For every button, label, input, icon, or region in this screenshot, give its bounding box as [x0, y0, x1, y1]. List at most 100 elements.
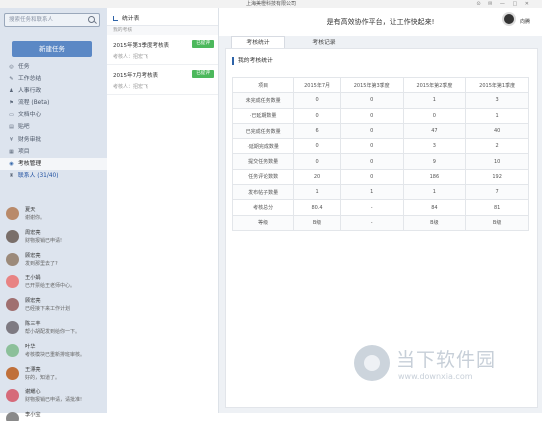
avatar — [6, 229, 19, 243]
contact-item[interactable]: 王漂亮 好的，知道了。 — [0, 363, 107, 386]
table-cell: B级 — [465, 214, 529, 231]
table-cell: B级 — [402, 214, 467, 231]
contacts-icon: ♜ — [9, 172, 14, 179]
row-label: 发布帖子数量 — [231, 184, 295, 201]
row-label: ·已延期数量 — [231, 107, 295, 124]
table-cell: 186 — [402, 168, 467, 186]
contact-item[interactable]: 叶华 考核模块已重新排班审核。 — [0, 340, 107, 363]
contact-name: 夏天 — [25, 207, 36, 213]
avatar — [6, 343, 19, 357]
sidebar-item-label: 任务 — [18, 64, 30, 70]
column-header: 2015年第1季度 — [465, 76, 529, 94]
contact-item[interactable]: 顾宏亮 发到那里去了? — [0, 249, 107, 272]
my-assessment-label: 我的考核 — [107, 26, 218, 35]
window-titlebar: 上海美橙科技有限公司 ⊙ ✉ — □ ✕ — [0, 0, 542, 8]
sidebar-item-1[interactable]: ✎ 工作总结 — [0, 73, 107, 85]
table-cell: 47 — [402, 122, 467, 140]
row-label: 等级 — [231, 214, 295, 231]
window-controls[interactable]: ⊙ ✉ — □ ✕ — [476, 0, 532, 8]
avatar — [6, 252, 19, 266]
search-placeholder: 搜索任务和联系人 — [9, 17, 54, 23]
search-icon[interactable] — [88, 16, 95, 23]
table-cell: 0 — [402, 107, 467, 124]
watermark-text: 当下软件园 — [396, 349, 497, 371]
user-icon: ♟ — [9, 88, 14, 95]
contact-item[interactable]: 夏天 谢谢你。 — [0, 203, 107, 226]
sidebar-item-7[interactable]: ▦ 项目 — [0, 146, 107, 158]
table-row: 已完成任务数量 6 0 47 40 — [231, 122, 529, 140]
assessment-table: 项目 2015年7月 2015年第3季度 2015年第2季度 2015年第1季度 未完成任… — [231, 76, 529, 231]
table-cell: 3 — [465, 92, 529, 109]
top-bar: 是有高效协作平台，让工作快起来! 向腾 — [219, 8, 542, 36]
user-avatar[interactable] — [502, 12, 516, 26]
table-row: 未完成任务数量 0 0 1 3 — [231, 92, 529, 109]
table-cell: 6 — [293, 122, 341, 140]
status-badge: 已提评 — [192, 40, 214, 48]
contact-item[interactable]: 周宏亮 财物报销已申请! — [0, 226, 107, 249]
avatar — [6, 207, 19, 220]
assessment-title: 2015年第3季度考核表 — [113, 43, 169, 49]
contact-last-message: 财物报销已申请，请批准! — [25, 397, 83, 404]
contact-name: 李小宝 — [25, 412, 41, 419]
contact-last-message: 好的，知道了。 — [25, 374, 61, 381]
contact-item[interactable]: 顾宏亮 已经接下来工作计划 — [0, 294, 107, 317]
table-cell: 0 — [293, 92, 341, 109]
table-cell: 0 — [293, 153, 341, 170]
watermark-logo-icon — [354, 345, 390, 381]
table-cell: 0 — [293, 138, 341, 155]
contact-name: 陈三丰 — [25, 320, 41, 327]
sidebar-item-9[interactable]: ♜ 联系人 (31/40) — [0, 170, 107, 182]
stats-header[interactable]: 统计表 — [107, 8, 218, 26]
contact-last-message: 已开票给王老师中心。 — [25, 283, 76, 290]
table-cell: 1 — [339, 184, 404, 201]
window-title: 上海美橙科技有限公司 — [245, 1, 296, 7]
table-cell: 0 — [339, 107, 404, 124]
watermark-url: www.downxia.com — [398, 372, 473, 381]
contact-name: 谢耀心 — [25, 389, 41, 396]
edit-icon: ✎ — [9, 76, 14, 83]
contact-item[interactable]: 李小宝 — [0, 408, 107, 421]
row-label: ·延期完成数量 — [231, 138, 295, 155]
contact-name: 王漂亮 — [25, 366, 41, 373]
sidebar-item-8[interactable]: ◉ 考核管理 — [0, 157, 107, 170]
search-input[interactable]: 搜索任务和联系人 — [4, 13, 100, 27]
table-row: ·延期完成数量 0 0 3 2 — [231, 138, 529, 155]
table-cell: 40 — [465, 122, 529, 140]
sidebar-item-4[interactable]: ▭ 文档中心 — [0, 109, 107, 121]
avatar — [6, 366, 19, 380]
avatar — [6, 389, 19, 403]
sidebar-item-6[interactable]: ¥ 财务审批 — [0, 134, 107, 146]
row-label: 已完成任务数量 — [231, 122, 295, 140]
table-row: 发布帖子数量 1 1 1 7 — [231, 184, 529, 201]
folder-icon: ▭ — [9, 112, 14, 119]
flag-icon: ⚑ — [9, 100, 14, 107]
sidebar-item-2[interactable]: ♟ 人事行政 — [0, 85, 107, 97]
contact-last-message: 帮小胡配发到给你一下。 — [25, 328, 81, 335]
sidebar-item-0[interactable]: ◎ 任务 — [0, 61, 107, 73]
section-title: 我的考核统计 — [232, 57, 273, 65]
user-name[interactable]: 向腾 — [520, 18, 530, 25]
new-task-button[interactable]: 新建任务 — [12, 41, 92, 57]
assessment-title: 2015年7月考核表 — [113, 73, 158, 79]
assessment-list-item[interactable]: 2015年第3季度考核表 考核人：招宏飞 已提评 — [107, 35, 218, 65]
table-row: 任务评论数数 20 0 186 192 — [231, 168, 529, 186]
contact-name: 顾宏亮 — [25, 252, 41, 259]
table-cell: 1 — [402, 184, 467, 201]
table-cell: 10 — [465, 153, 529, 170]
table-row: 提交任务数量 0 0 9 10 — [231, 153, 529, 170]
assessor-name: 考核人：招宏飞 — [113, 54, 149, 60]
contact-item[interactable]: 陈三丰 帮小胡配发到给你一下。 — [0, 317, 107, 340]
contact-item[interactable]: 谢耀心 财物报销已申请，请批准! — [0, 385, 107, 408]
avatar — [6, 412, 19, 421]
table-cell: 1 — [402, 92, 467, 109]
contact-item[interactable]: 王小娟 已开票给王老师中心。 — [0, 271, 107, 294]
assessment-list-item[interactable]: 2015年7月考核表 考核人：招宏飞 已提评 — [107, 65, 218, 95]
table-row: 等级 B级 - B级 B级 — [231, 214, 529, 231]
sidebar-item-label: 工作总结 — [18, 76, 42, 83]
avatar — [6, 275, 19, 289]
sidebar-item-5[interactable]: ▤ 贴吧 — [0, 121, 107, 133]
contact-last-message: 发到那里去了? — [25, 260, 58, 267]
sidebar-item-3[interactable]: ⚑ 流程 (Beta) — [0, 97, 107, 109]
table-cell: 0 — [339, 122, 404, 140]
table-cell: 1 — [293, 184, 341, 201]
